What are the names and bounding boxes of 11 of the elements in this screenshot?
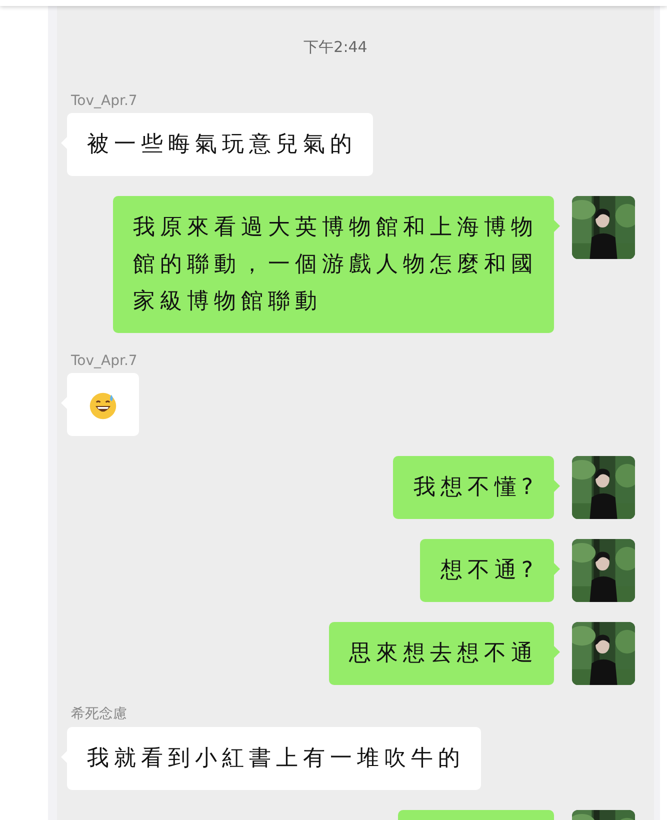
sender-name: Tov_Apr.7 [71, 353, 138, 369]
message-bubble: 思來想去想不通 [329, 622, 554, 685]
sender-name: Tov_Apr.7 [71, 93, 138, 109]
message-bubble: 我原來看過大英博物館和上海博物館的聯動，一個游戲人物怎麼和國家級博物館聯動 [113, 196, 554, 333]
timestamp: 下午2:44 [304, 38, 368, 57]
message-bubble: 我就看到小紅書上有一堆吹牛的 [67, 727, 481, 790]
sender-name: 希死念慮 [71, 705, 127, 723]
message-bubble: 被一些晦氣玩意兒氣的 [67, 113, 373, 176]
message-bubble: 我想不懂? [393, 456, 554, 519]
sweat-smile-icon [88, 391, 118, 421]
message-bubble: 想不通? [420, 539, 554, 602]
